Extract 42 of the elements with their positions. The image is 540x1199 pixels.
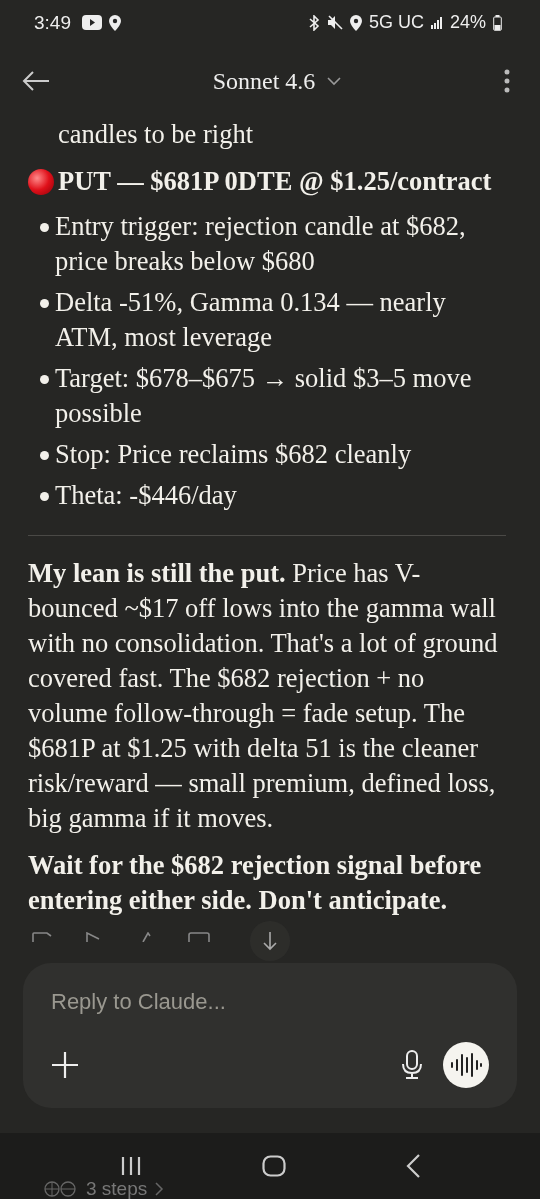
mute-icon xyxy=(326,15,343,30)
bluetooth-icon xyxy=(307,14,320,31)
reply-field[interactable]: Reply to Claude... xyxy=(51,985,489,1019)
paragraph: Wait for the $682 rejection signal before entering either side. Don't anticipate. xyxy=(28,849,483,917)
more-menu-icon[interactable] xyxy=(504,69,510,93)
chevron-down-icon[interactable] xyxy=(327,76,342,86)
steps-link[interactable]: 3 steps xyxy=(86,1179,148,1199)
bullet-text: Stop: Price reclaims $682 cleanly xyxy=(55,438,412,471)
clock: 3:49 xyxy=(34,11,71,34)
bullet-icon xyxy=(40,223,49,232)
arrow-down-icon[interactable] xyxy=(262,931,278,951)
bullet-icon xyxy=(40,451,49,460)
battery-icon xyxy=(493,14,502,31)
paragraph: My lean is still the put. Price has V-bounced ~$17 off lows into the gamma wall with no consolidation. That's a lot of ground covered fast. The $682 rejection + no volume follow-through = fade setup. The $681P at $1.25 with delta 51 is the cleaner risk/reward — small premium, defined loss, big gamma if it moves. xyxy=(28,557,499,835)
bullet-text: Delta -51%, Gamma 0.134 — nearly ATM, most leverage xyxy=(55,286,447,354)
chevron-right-icon[interactable] xyxy=(155,1182,165,1196)
scroll-down-button[interactable] xyxy=(250,921,290,961)
home-icon[interactable] xyxy=(262,1155,286,1177)
model-title[interactable]: Sonnet 4.6 xyxy=(212,67,316,95)
bullet-icon xyxy=(40,375,49,384)
video-icon xyxy=(82,15,102,30)
battery-percent: 24% xyxy=(449,12,486,33)
globe-icon xyxy=(44,1181,78,1197)
location-icon xyxy=(349,14,362,31)
text-line: candles to be right xyxy=(58,118,254,151)
waveform-icon[interactable] xyxy=(450,1053,482,1077)
network-label: 5G UC xyxy=(368,12,424,33)
location-icon xyxy=(109,14,121,31)
status-ball-icon xyxy=(28,168,54,195)
bullet-text: Theta: -$446/day xyxy=(55,479,237,512)
signal-icon xyxy=(430,16,443,29)
voice-mode-button[interactable] xyxy=(443,1042,489,1088)
bullet-icon xyxy=(40,299,49,308)
plus-icon[interactable] xyxy=(51,1051,79,1079)
microphone-icon[interactable] xyxy=(401,1050,423,1080)
back-icon[interactable] xyxy=(22,70,50,92)
section-heading: PUT — $681P 0DTE @ $1.25/contract xyxy=(58,165,492,198)
bullet-text: Entry trigger: rejection candle at $682, price breaks below $680 xyxy=(55,210,467,278)
recents-icon[interactable] xyxy=(120,1156,142,1176)
bullet-text: Target: $678–$675 → solid $3–5 move possible xyxy=(55,362,473,430)
back-icon[interactable] xyxy=(406,1154,420,1178)
bullet-icon xyxy=(40,492,49,501)
